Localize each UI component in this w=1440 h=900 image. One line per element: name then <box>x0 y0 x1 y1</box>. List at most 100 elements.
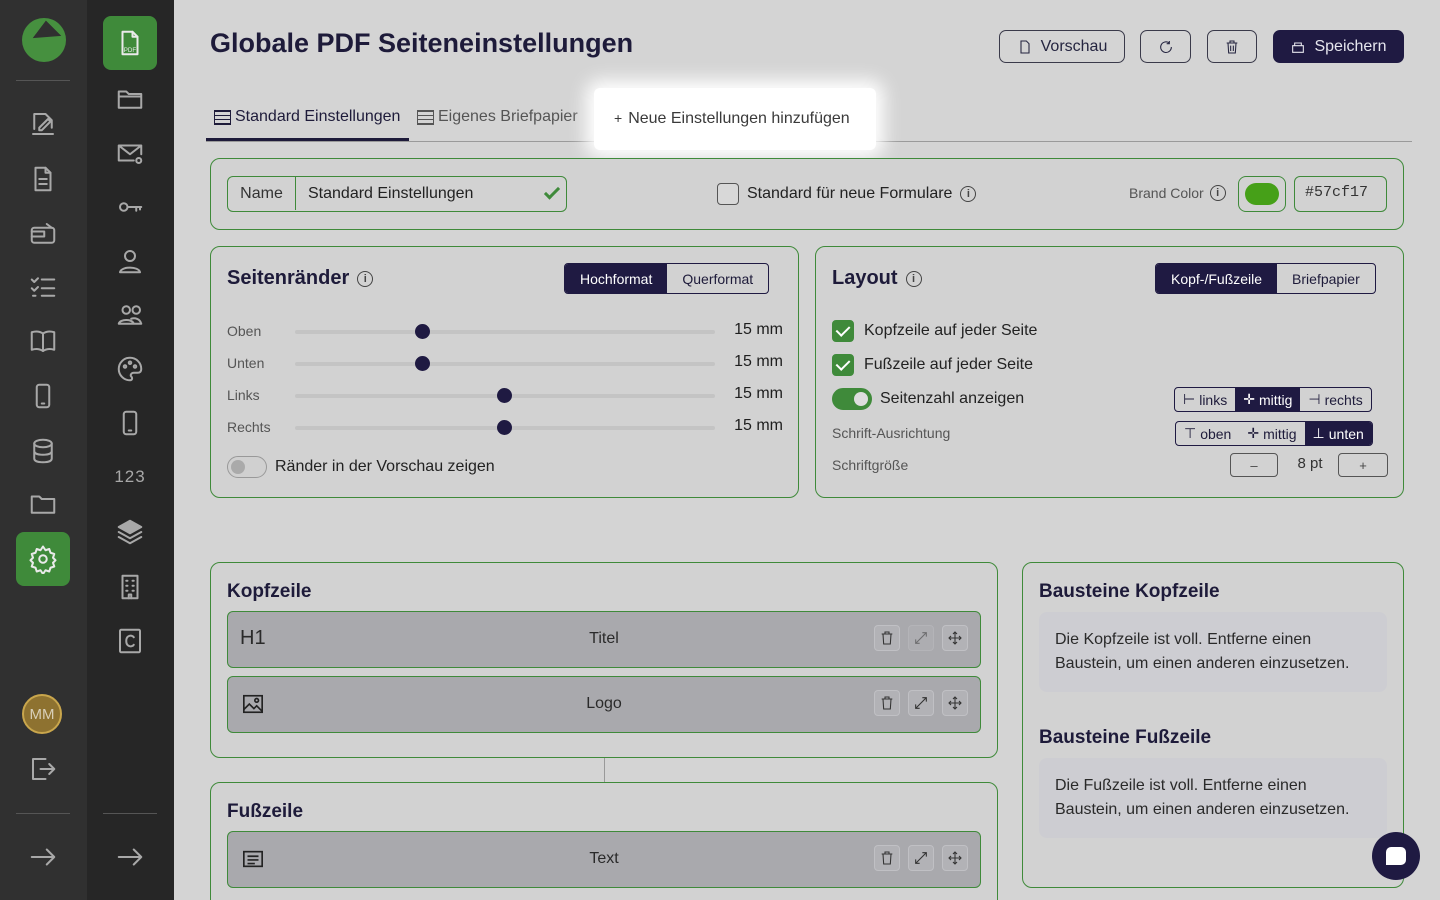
info-icon[interactable]: i <box>1209 185 1226 201</box>
trash-icon[interactable] <box>874 690 900 716</box>
document-icon[interactable] <box>16 152 70 206</box>
align-bottom-option[interactable]: ⊥ unten <box>1304 422 1372 445</box>
footer-block-text[interactable]: Text <box>227 831 981 888</box>
move-icon[interactable] <box>942 845 968 871</box>
default-checkbox[interactable] <box>717 183 739 205</box>
expand-arrow-icon[interactable] <box>103 830 157 884</box>
folder-icon[interactable] <box>16 477 70 531</box>
align-top-option[interactable]: ⊤ oben <box>1176 422 1239 445</box>
show-margins-label: Ränder in der Vorschau zeigen <box>275 458 495 475</box>
folder-icon[interactable] <box>103 72 157 126</box>
expand-arrow-icon[interactable] <box>16 830 70 884</box>
key-icon[interactable] <box>103 180 157 234</box>
move-icon[interactable] <box>942 690 968 716</box>
mobile-icon[interactable] <box>16 369 70 423</box>
font-size-label: Schriftgröße <box>832 457 909 473</box>
name-field[interactable]: Name Standard Einstellungen <box>227 176 567 212</box>
brand-color-picker[interactable] <box>1238 176 1286 212</box>
slider-track[interactable] <box>295 420 715 435</box>
resize-icon[interactable] <box>908 625 934 651</box>
save-button[interactable]: Speichern <box>1273 30 1404 63</box>
align-right-label: rechts <box>1324 391 1363 408</box>
slider-knob[interactable] <box>415 356 430 371</box>
default-label: Standard für neue Formulare <box>747 185 953 202</box>
avatar[interactable]: MM <box>22 694 62 734</box>
footer-each-page-checkbox[interactable] <box>832 354 854 376</box>
font-size-decrease-button[interactable]: – <box>1230 453 1278 477</box>
brand-color-label: Brand Color <box>1129 185 1204 201</box>
brand-color-input[interactable]: #57cf17 <box>1294 176 1387 212</box>
margin-top-slider[interactable]: Oben 15 mm <box>227 321 783 341</box>
margin-left-slider[interactable]: Links 15 mm <box>227 385 783 405</box>
slider-knob[interactable] <box>415 324 430 339</box>
header-footer-option[interactable]: Kopf-/Fußzeile <box>1156 264 1278 293</box>
c-box-icon[interactable] <box>103 614 157 668</box>
checklist-icon[interactable] <box>16 260 70 314</box>
add-settings-tab[interactable]: + Neue Einstellungen hinzufügen <box>614 110 850 128</box>
mail-at-icon[interactable] <box>103 126 157 180</box>
building-icon[interactable] <box>103 560 157 614</box>
tab-briefpapier[interactable]: Eigenes Briefpapier <box>417 108 578 126</box>
header-block-title[interactable]: H1 Titel <box>227 611 981 668</box>
slider-value: 15 mm <box>734 417 783 434</box>
align-center-icon: ✛ <box>1243 391 1255 407</box>
tab-standard[interactable]: Standard Einstellungen <box>214 108 400 126</box>
align-left-option[interactable]: ⊢ links <box>1175 388 1235 411</box>
book-icon[interactable] <box>16 314 70 368</box>
letterhead-option[interactable]: Briefpapier <box>1277 264 1375 293</box>
check-icon <box>543 183 561 200</box>
font-size-value: 8 pt <box>1297 455 1323 472</box>
delete-button[interactable] <box>1207 30 1257 63</box>
move-icon[interactable] <box>942 625 968 651</box>
pdf-file-icon[interactable]: PDF <box>103 16 157 70</box>
font-align-label: Schrift-Ausrichtung <box>832 425 951 441</box>
mobile-icon[interactable] <box>103 396 157 450</box>
header-blocks-title: Bausteine Kopfzeile <box>1039 581 1220 602</box>
info-icon[interactable]: i <box>905 270 922 287</box>
trash-icon[interactable] <box>874 625 900 651</box>
slider-track[interactable] <box>295 356 715 371</box>
landscape-option[interactable]: Querformat <box>667 264 768 293</box>
wallet-icon[interactable] <box>16 207 70 261</box>
slider-knob[interactable] <box>497 388 512 403</box>
info-icon[interactable]: i <box>357 270 374 287</box>
database-icon[interactable] <box>16 424 70 478</box>
layout-panel: Layout i Kopf-/Fußzeile Briefpapier Kopf… <box>815 246 1404 498</box>
align-right-option[interactable]: ⊣ rechts <box>1300 388 1370 411</box>
layers-icon[interactable] <box>103 505 157 559</box>
reset-button[interactable] <box>1140 30 1191 63</box>
resize-icon[interactable] <box>908 690 934 716</box>
info-icon[interactable]: i <box>960 186 977 202</box>
trash-icon[interactable] <box>874 845 900 871</box>
logout-icon[interactable] <box>16 742 70 796</box>
show-margins-toggle[interactable] <box>227 456 267 478</box>
align-center-option[interactable]: ✛ mittig <box>1235 388 1301 411</box>
logo-icon[interactable] <box>22 18 66 62</box>
align-middle-icon: ✛ <box>1247 425 1260 441</box>
portrait-option[interactable]: Hochformat <box>565 264 668 293</box>
user-icon[interactable] <box>103 234 157 288</box>
font-size-increase-button[interactable]: + <box>1338 453 1388 477</box>
numbers-icon[interactable]: 123 <box>103 450 157 504</box>
page-number-toggle[interactable] <box>832 388 872 410</box>
preview-button[interactable]: Vorschau <box>999 30 1125 63</box>
settings-icon[interactable] <box>16 532 70 586</box>
users-icon[interactable] <box>103 288 157 342</box>
slider-knob[interactable] <box>497 420 512 435</box>
block-name: Titel <box>589 630 619 647</box>
refresh-icon <box>1159 40 1172 53</box>
edit-document-icon[interactable] <box>16 97 70 151</box>
header-block-logo[interactable]: Logo <box>227 676 981 733</box>
margin-right-slider[interactable]: Rechts 15 mm <box>227 417 783 437</box>
chat-icon[interactable] <box>1372 832 1420 880</box>
header-each-page-checkbox[interactable] <box>832 320 854 342</box>
palette-icon[interactable] <box>103 342 157 396</box>
layout-title: Layout <box>832 267 898 289</box>
align-middle-option[interactable]: ✛ mittig <box>1239 422 1304 445</box>
slider-track[interactable] <box>295 324 715 339</box>
resize-icon[interactable] <box>908 845 934 871</box>
brand-color-swatch <box>1245 183 1279 205</box>
slider-track[interactable] <box>295 388 715 403</box>
slider-label: Links <box>227 387 260 403</box>
margin-bottom-slider[interactable]: Unten 15 mm <box>227 353 783 373</box>
